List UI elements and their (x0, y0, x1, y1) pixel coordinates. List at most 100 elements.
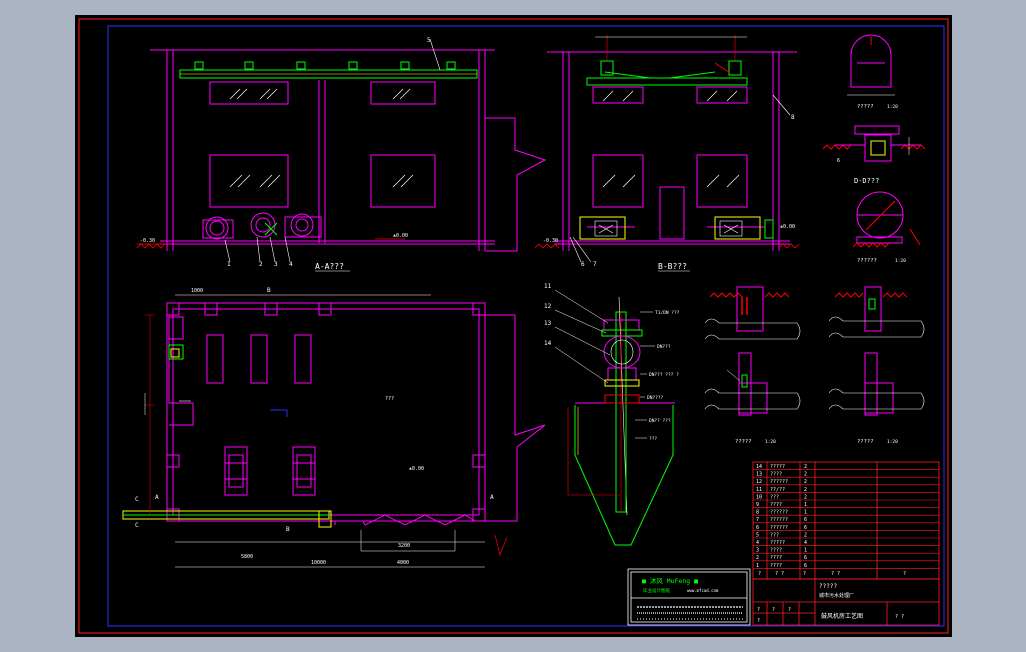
parts-row-name: ??? (770, 532, 779, 538)
title-block-project: 城市污水处理厂 (819, 592, 854, 599)
balloon-pipe-11: 11 (544, 283, 552, 290)
scale-detail-g: 1:20 (887, 439, 898, 445)
parts-row-name: ?????? (770, 517, 788, 523)
title-detail-f: ????? (735, 439, 752, 445)
parts-header-spec: ? ? (831, 571, 840, 577)
pipe-detail (554, 289, 675, 546)
parts-row-name: ???? (770, 472, 782, 478)
parts-row-qty: 2 (804, 487, 807, 493)
pipe-note-5: DN?? ??? (649, 418, 671, 424)
parts-row-name: ???? (770, 555, 782, 561)
parts-row-qty: 4 (804, 540, 807, 546)
parts-row-name: ????? (770, 464, 785, 470)
title-block-row-2: ? (757, 618, 760, 624)
plan-blowers (224, 446, 316, 496)
axis-c-bottom: C (135, 522, 139, 529)
title-block-row-3: ? (772, 607, 775, 613)
parts-row-no: 13 (756, 472, 762, 478)
detail-d (822, 125, 926, 162)
parts-row-name: ???? (770, 548, 782, 554)
title-section-b: B-B??? (658, 262, 687, 271)
section-a-view (150, 49, 547, 252)
title-detail-c: ????? (857, 104, 874, 110)
balloon-a-4: 4 (289, 261, 293, 268)
dim-small: 1000 (191, 288, 203, 294)
cad-drawing: -0.30 ±0.00 1 2 3 4 5 A-A??? -0.30 ±0.00… (78, 18, 949, 634)
title-block-drawing-title: ????? (819, 583, 837, 590)
parts-row-qty: 1 (804, 548, 807, 554)
axis-a-left: A (155, 494, 159, 501)
parts-row-no: 7 (756, 517, 759, 523)
parts-row-no: 8 (756, 510, 759, 516)
pipe-note-1: T1/DN ??? (655, 310, 680, 316)
section-b-glazing (602, 90, 740, 188)
parts-row-no: 10 (756, 494, 762, 500)
title-block-sheet: ? ? (895, 614, 904, 620)
parts-row-no: 3 (756, 548, 759, 554)
parts-row-no: 4 (756, 540, 759, 546)
parts-row-qty: 2 (804, 464, 807, 470)
balloon-pipe-12: 12 (544, 303, 552, 310)
balloon-a-5: 5 (427, 37, 431, 44)
parts-row-no: 9 (756, 502, 759, 508)
title-block-drawing-name: 鼓风机房工艺图 (821, 612, 863, 620)
parts-row-no: 5 (756, 532, 759, 538)
title-block-subtitle: 毕业设计图纸 (643, 587, 670, 594)
parts-row-qty: 2 (804, 479, 807, 485)
dim-overall: 10000 (311, 560, 326, 566)
parts-row-name: ????? (770, 540, 785, 546)
parts-row-no: 12 (756, 479, 762, 485)
section-b-crane (579, 35, 774, 240)
parts-header-no: ? (758, 571, 761, 577)
parts-row-no: 11 (756, 487, 762, 493)
parts-row-no: 14 (756, 464, 762, 470)
parts-row-no: 6 (756, 525, 759, 531)
parts-row-name: ?????? (770, 510, 788, 516)
pipe-note-2: DN??? (657, 344, 671, 350)
elevation-floor-b: ±0.00 (780, 224, 795, 230)
title-detail-e: ?????? (857, 258, 877, 264)
title-section-a: A-A??? (315, 262, 344, 271)
detail-c (847, 34, 895, 96)
parts-row-name: ???? (770, 563, 782, 569)
axis-b-top: B (267, 287, 271, 294)
parts-row-no: 2 (756, 555, 759, 561)
parts-row-qty: 2 (804, 472, 807, 478)
parts-row-name: ??/?? (770, 487, 785, 493)
scale-detail-c: 1:20 (887, 104, 898, 110)
parts-row-qty: 6 (804, 517, 807, 523)
scale-detail-e: 1:20 (895, 258, 906, 264)
balloon-b-6: 6 (581, 261, 585, 268)
elevation-floor-a: ±0.00 (393, 233, 408, 239)
parts-row-qty: 1 (804, 510, 807, 516)
parts-row-qty: 2 (804, 494, 807, 500)
elevation-ground-b: -0.30 (543, 238, 558, 244)
pipe-note-4: DN???? (647, 395, 664, 401)
parts-row-name: ???? (770, 502, 782, 508)
parts-row-name: ??? (770, 494, 779, 500)
outer-frame (78, 18, 949, 634)
balloon-detail-d-6: 6 (837, 158, 840, 164)
title-block-logo: ■ 沐风 MuFeng ■ (642, 576, 698, 585)
axis-b-bottom: B (286, 526, 290, 533)
parts-row-qty: 6 (804, 555, 807, 561)
plan-pipes (122, 294, 508, 568)
balloon-pipe-13: 13 (544, 320, 552, 327)
dim-left: 5800 (241, 554, 253, 560)
section-a-crane-beam (179, 61, 478, 236)
title-detail-d: D-D??? (854, 177, 879, 185)
balloon-pipe-14: 14 (544, 340, 552, 347)
dim-right: 4000 (397, 560, 409, 566)
parts-row-no: 1 (756, 563, 759, 569)
parts-row-qty: 6 (804, 563, 807, 569)
parts-header-qty: ? (803, 571, 806, 577)
ground-hatch-b (534, 62, 800, 249)
parts-row-qty: 6 (804, 525, 807, 531)
parts-row-qty: 1 (804, 502, 807, 508)
parts-row-name: ?????? (770, 525, 788, 531)
pipe-note-3: DN??? ??? ? (649, 372, 679, 378)
balloon-a-3: 3 (274, 261, 278, 268)
parts-header-note: ? (903, 571, 906, 577)
inner-frame (107, 25, 945, 627)
plan-elevation: ±0.00 (409, 466, 424, 472)
